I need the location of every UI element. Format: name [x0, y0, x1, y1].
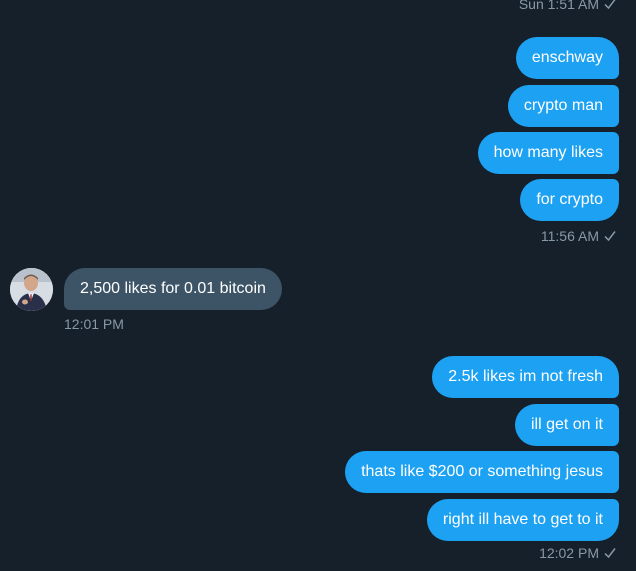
outgoing-message[interactable]: ill get on it	[514, 404, 619, 446]
timestamp-text: 12:01 PM	[64, 316, 124, 332]
checkmark-icon	[604, 0, 616, 10]
timestamp-text: 12:02 PM	[539, 545, 599, 561]
outgoing-message[interactable]: for crypto	[520, 179, 619, 221]
timestamp-text: 11:56 AM	[540, 228, 599, 244]
checkmark-icon	[604, 231, 616, 242]
incoming-message[interactable]: 2,500 likes for 0.01 bitcoin	[64, 268, 282, 310]
outgoing-message[interactable]: right ill have to get to it	[426, 499, 619, 541]
timestamp-group1: 11:56 AM	[541, 228, 617, 244]
outgoing-message[interactable]: thats like $200 or something jesus	[345, 451, 619, 493]
conversation-panel: Sun 1:51 AM enschway crypto man how many…	[0, 0, 636, 571]
timestamp-text: Sun 1:51 AM	[518, 0, 599, 12]
avatar-image	[10, 268, 53, 311]
outgoing-message[interactable]: enschway	[515, 37, 619, 79]
outgoing-message[interactable]: crypto man	[507, 85, 619, 127]
checkmark-icon	[604, 548, 616, 559]
outgoing-message[interactable]: how many likes	[477, 132, 619, 174]
timestamp-top: Sun 1:51 AM	[519, 0, 617, 12]
timestamp-incoming: 12:01 PM	[64, 316, 124, 332]
user-avatar[interactable]	[10, 268, 53, 311]
outgoing-message[interactable]: 2.5k likes im not fresh	[432, 356, 619, 398]
timestamp-group2: 12:02 PM	[539, 545, 617, 561]
